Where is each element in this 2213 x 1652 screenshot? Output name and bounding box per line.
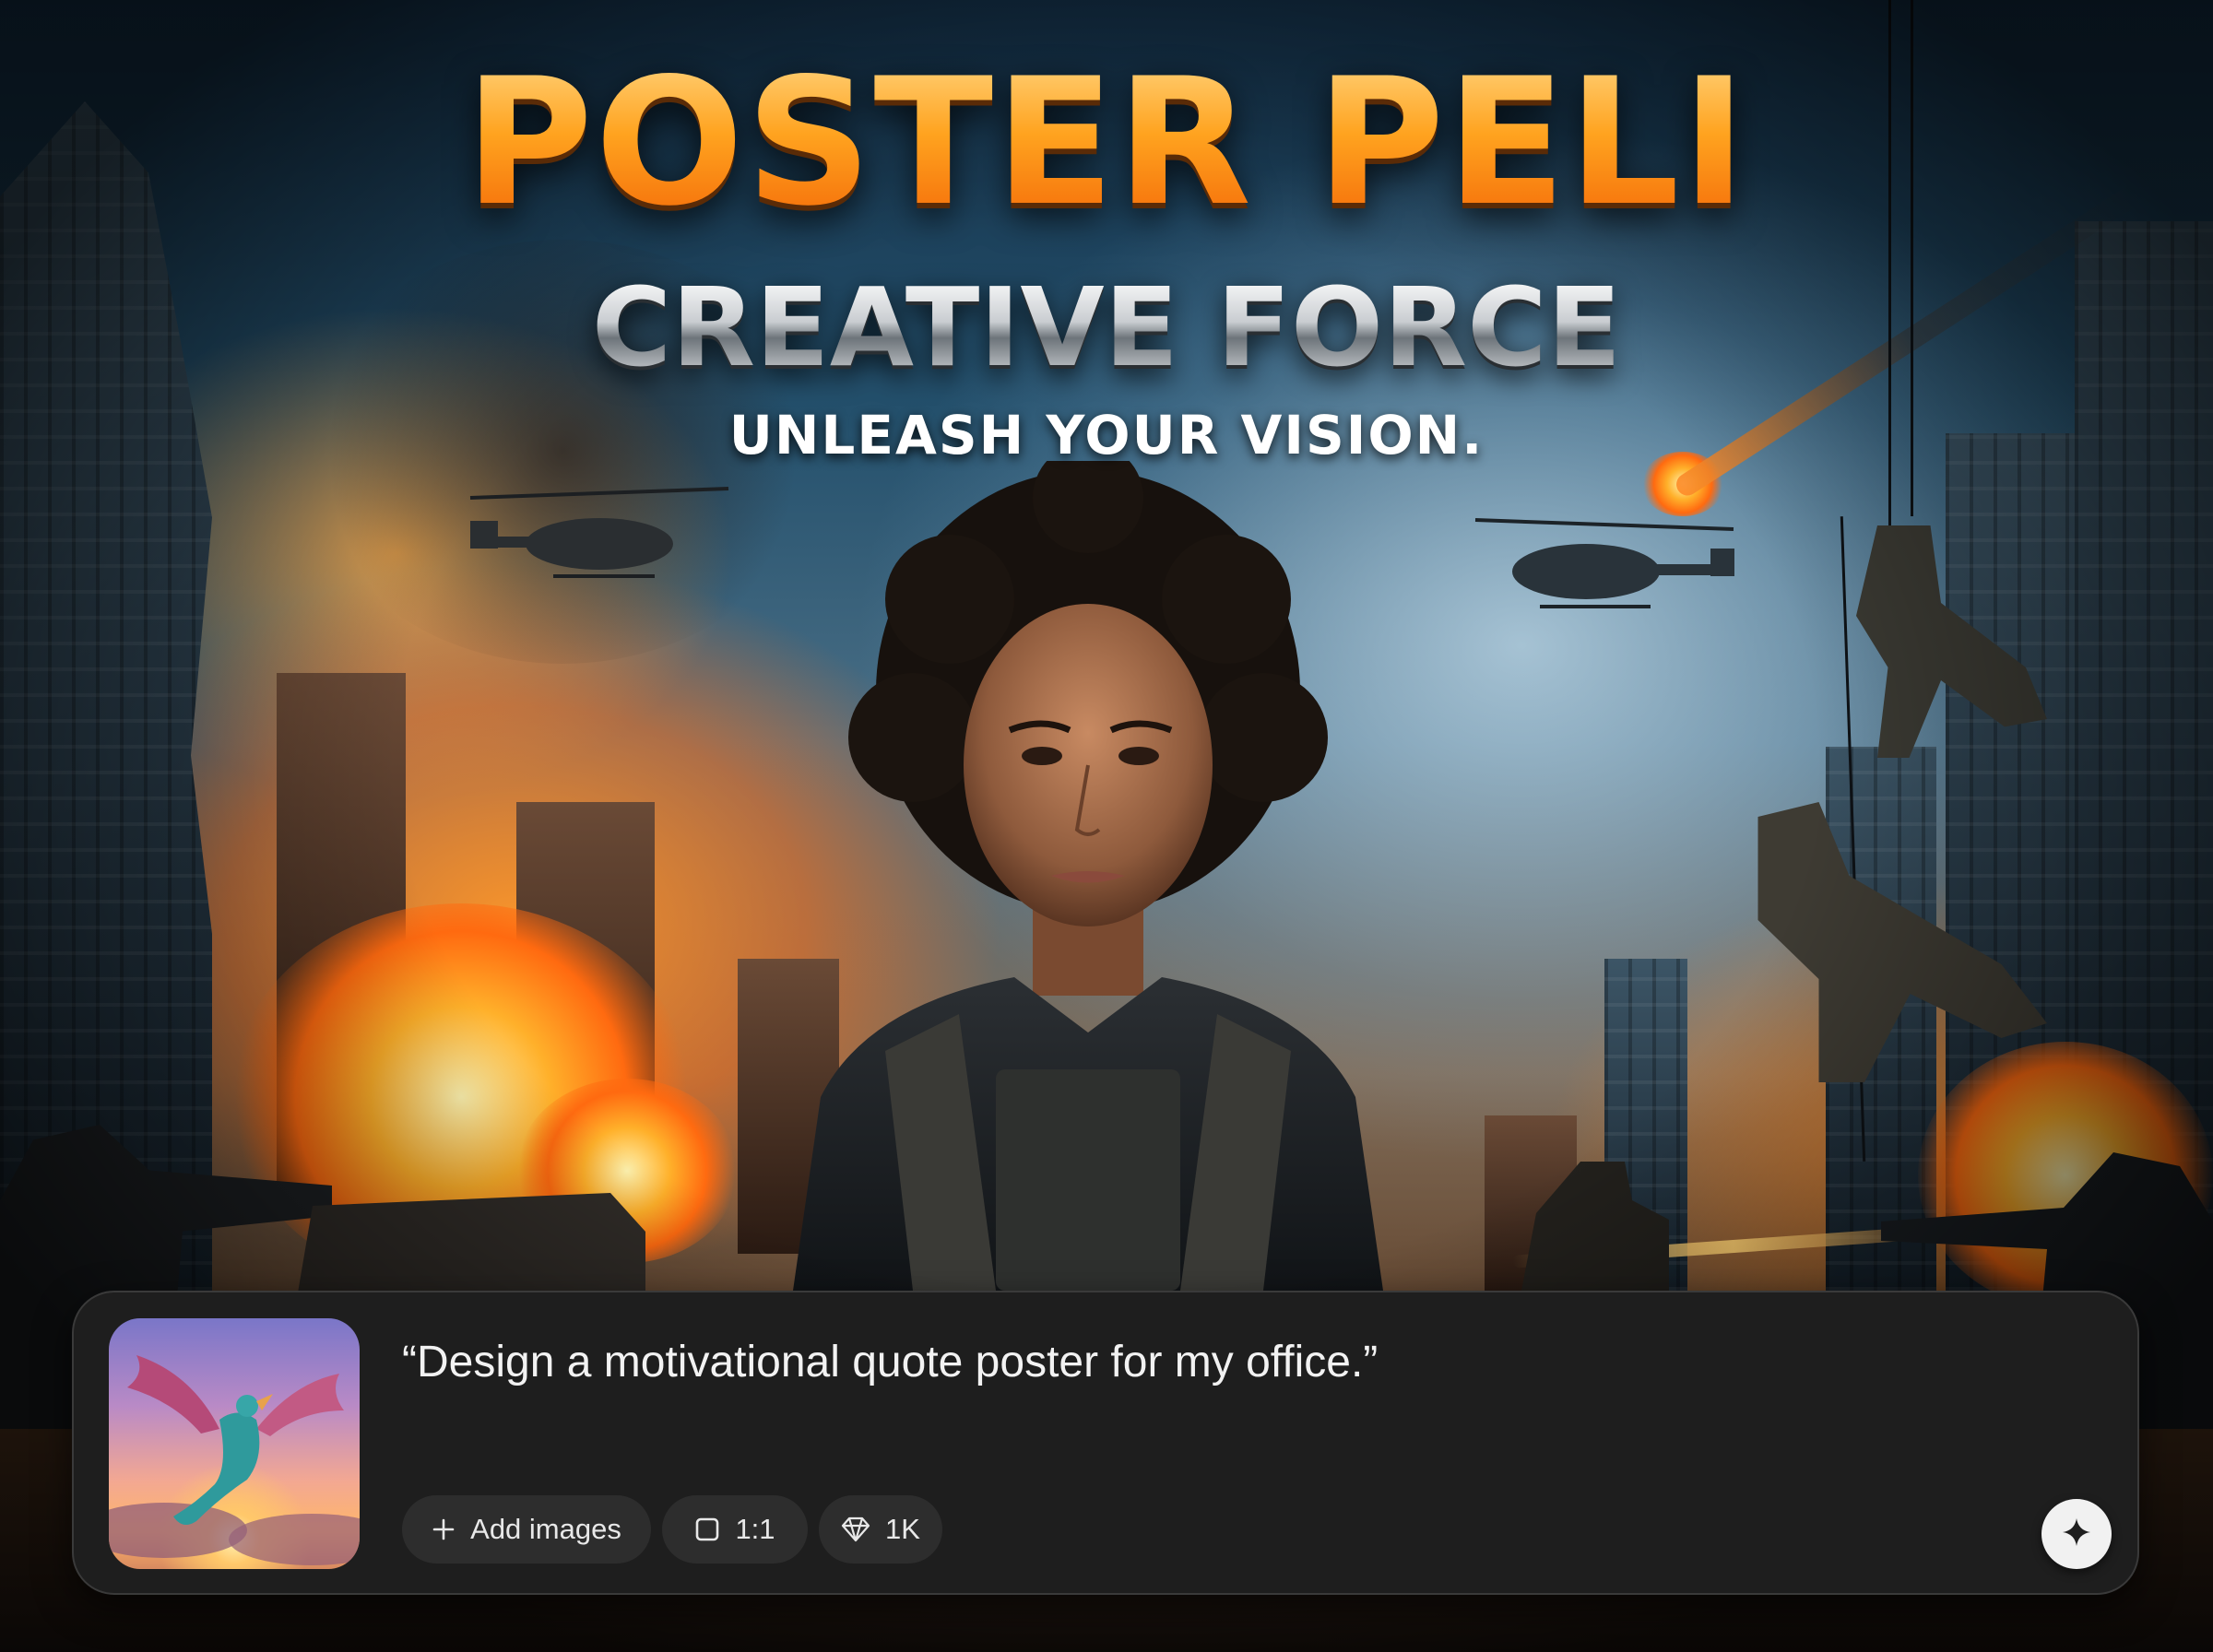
prompt-panel: “Design a motivational quote poster for … xyxy=(72,1291,2139,1595)
resolution-button[interactable]: 1K xyxy=(819,1495,942,1564)
dragon-icon xyxy=(109,1355,360,1565)
add-images-label: Add images xyxy=(470,1513,621,1545)
diamond-icon xyxy=(841,1516,870,1542)
prompt-text[interactable]: “Design a motivational quote poster for … xyxy=(402,1337,2082,1387)
reference-image-thumbnail[interactable] xyxy=(109,1318,360,1569)
resolution-label: 1K xyxy=(885,1513,920,1545)
poster-title: POSTER PELI xyxy=(0,55,2213,230)
poster-subtitle: CREATIVE FORCE xyxy=(0,273,2213,382)
generate-button[interactable] xyxy=(2041,1499,2112,1569)
sparkle-icon xyxy=(2061,1516,2092,1552)
square-icon xyxy=(694,1516,720,1542)
aspect-ratio-button[interactable]: 1:1 xyxy=(662,1495,808,1564)
plus-icon xyxy=(432,1517,456,1541)
poster-tagline: UNLEASH YOUR VISION. xyxy=(728,404,1485,466)
add-images-button[interactable]: Add images xyxy=(402,1495,651,1564)
aspect-ratio-label: 1:1 xyxy=(735,1513,775,1545)
